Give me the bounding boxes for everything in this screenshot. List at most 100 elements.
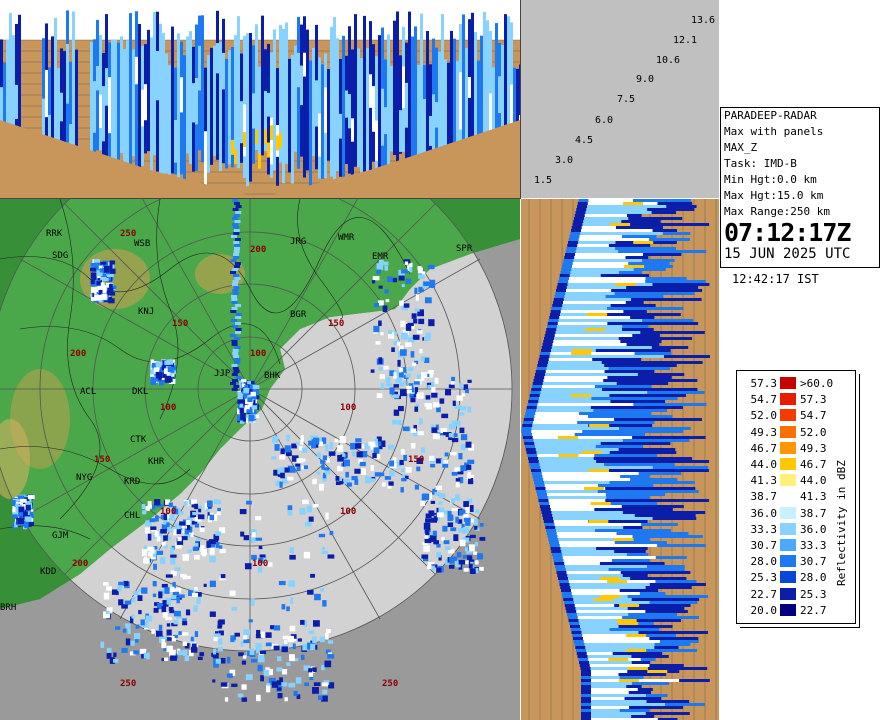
place-label: CTK (130, 435, 147, 445)
product-description: Max with panels (724, 125, 824, 138)
place-label: BHK (264, 371, 281, 381)
legend-low-value: 22.7 (750, 587, 778, 601)
place-label: KNJ (138, 307, 155, 317)
elevation-angle-label: 12.1 (673, 35, 698, 46)
range-ring-label: 250 (120, 229, 137, 239)
legend-low-value: 41.3 (750, 474, 778, 488)
place-label: ACL (80, 387, 97, 397)
place-label: EMR (372, 252, 389, 262)
elevation-angle-label: 7.5 (617, 94, 636, 105)
legend-low-value: 25.3 (750, 571, 778, 585)
legend-high-value: 46.7 (800, 458, 827, 471)
legend-high-value: 30.7 (800, 555, 827, 569)
top-cross-section-panel (0, 0, 521, 199)
legend-swatch (780, 474, 796, 487)
legend-high-value: 49.3 (800, 441, 827, 455)
range-ring-label: 200 (250, 245, 267, 255)
place-label: WSB (134, 239, 151, 249)
legend-swatch (780, 506, 796, 519)
legend-high-value: 33.3 (800, 539, 827, 552)
elevation-angle-label: 1.5 (534, 175, 553, 186)
range-ring-label: 250 (382, 679, 399, 689)
legend-low-value: 49.3 (750, 425, 778, 439)
radar-map-image (0, 199, 520, 702)
place-label: GJM (52, 531, 69, 541)
range-ring-label: 200 (72, 559, 89, 569)
radar-map-panel: RRK SDG WSB JRG WMR EMR SPR KNJ BGR DKL … (0, 199, 520, 720)
legend-swatch (780, 393, 796, 406)
legend-low-value: 33.3 (750, 522, 778, 536)
place-label: JRG (290, 237, 307, 247)
legend-high-value: >60.0 (800, 377, 834, 390)
legend-low-value: 20.0 (750, 603, 778, 617)
elevation-angle-label: 3.0 (555, 155, 574, 166)
place-label: CHL (124, 511, 141, 521)
range-ring-label: 100 (160, 507, 177, 517)
legend-low-value: 30.7 (750, 539, 778, 552)
legend-row: 57.3 >60.0 (737, 377, 855, 390)
legend-low-value: 54.7 (750, 393, 778, 407)
range-ring-label: 150 (94, 455, 111, 465)
top-cross-section-image (0, 0, 520, 198)
legend-high-value: 22.7 (800, 603, 827, 617)
place-label: BRH (0, 603, 17, 613)
legend-swatch (780, 458, 796, 470)
range-ring-label: 150 (408, 455, 425, 465)
reflectivity-legend: 57.3 >60.0 54.7 57.3 52.0 54.7 49.3 52.0 46.7 49.… (736, 370, 856, 624)
range-ring-label: 100 (160, 403, 177, 413)
legend-low-value: 52.0 (750, 409, 778, 423)
legend-swatch (780, 539, 796, 551)
legend-high-value: 44.0 (800, 474, 827, 488)
min-height: Min Hgt:0.0 km (724, 173, 817, 186)
legend-low-value: 57.3 (750, 377, 778, 390)
legend-swatch (780, 425, 796, 438)
utc-date: 15 JUN 2025 UTC (724, 246, 851, 262)
place-label: DKL (132, 387, 149, 397)
side-cross-section-image (521, 199, 719, 720)
legend-low-value: 36.0 (750, 506, 778, 520)
max-height: Max Hgt:15.0 km (724, 189, 824, 202)
product-code: MAX_Z (724, 141, 758, 154)
elevation-angle-label: 10.6 (656, 55, 681, 66)
legend-swatch (780, 377, 796, 389)
legend-high-value: 28.0 (800, 571, 827, 585)
legend-high-value: 25.3 (800, 587, 827, 601)
elevation-angles-panel: 13.6 12.1 10.6 9.0 7.5 6.0 4.5 3.0 1.5 (521, 0, 719, 198)
range-ring-label: 100 (252, 559, 269, 569)
range-ring-label: 100 (250, 349, 267, 359)
place-label: KDD (40, 567, 57, 577)
ist-time: 12:42:17 IST (732, 272, 819, 286)
place-label: JJP (214, 369, 231, 379)
legend-high-value: 36.0 (800, 522, 827, 536)
range-ring-label: 100 (340, 403, 357, 413)
legend-high-value: 38.7 (800, 506, 827, 520)
legend-swatch (780, 603, 796, 616)
place-label: WMR (338, 233, 355, 243)
legend-swatch (780, 555, 796, 568)
legend-high-value: 41.3 (800, 490, 827, 504)
place-label: SPR (456, 244, 473, 254)
elevation-angle-label: 9.0 (636, 74, 655, 85)
legend-low-value: 46.7 (750, 441, 778, 455)
elevation-angle-label: 13.6 (691, 15, 716, 26)
legend-swatch (780, 490, 796, 503)
side-cross-section-panel (521, 199, 719, 720)
legend-high-value: 54.7 (800, 409, 827, 423)
utc-time: 07:12:17Z (724, 218, 851, 247)
elevation-angle-label: 6.0 (595, 115, 614, 126)
legend-low-value: 38.7 (750, 490, 778, 504)
station-name: PARADEEP-RADAR (724, 109, 817, 122)
legend-swatch (780, 587, 796, 600)
range-ring-label: 250 (120, 679, 137, 689)
range-ring-label: 200 (70, 349, 87, 359)
range-ring-label: 100 (340, 507, 357, 517)
legend-swatch (780, 571, 796, 584)
legend-title: Reflectivity in dBZ (835, 460, 848, 586)
range-ring-label: 150 (328, 319, 345, 329)
range-ring-label: 150 (172, 319, 189, 329)
place-label: RRK (46, 229, 63, 239)
legend-low-value: 44.0 (750, 458, 778, 471)
legend-row: 20.0 22.7 (737, 603, 855, 617)
legend-high-value: 57.3 (800, 393, 827, 407)
place-label: SDG (52, 251, 69, 261)
